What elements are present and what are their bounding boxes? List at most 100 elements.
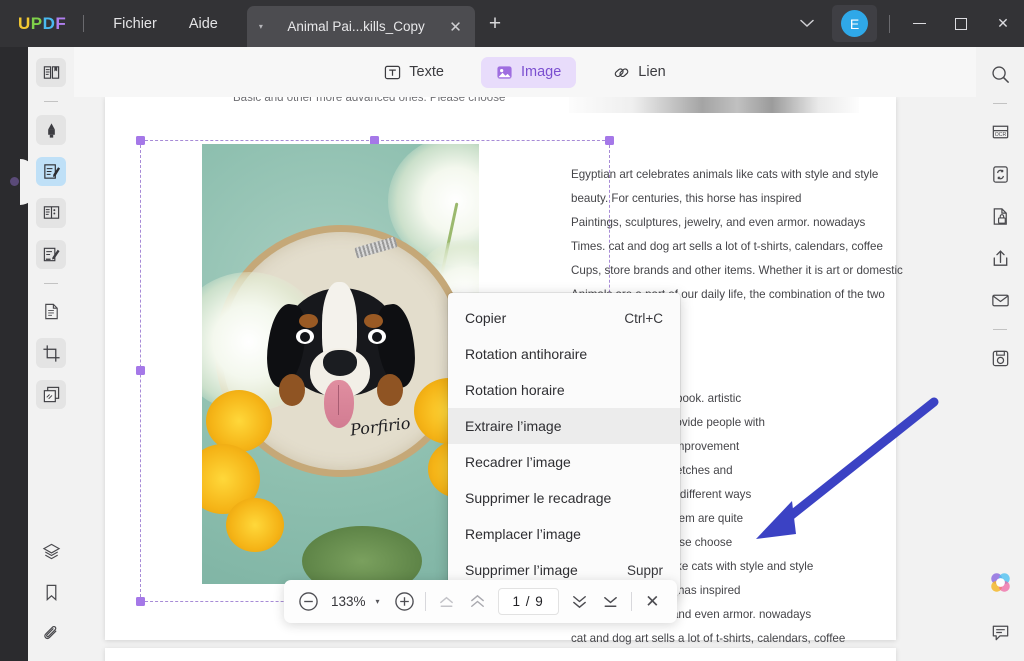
left-rail <box>0 47 36 661</box>
sidebar-item-reader[interactable] <box>36 58 66 88</box>
rightbar-ai[interactable] <box>985 567 1015 597</box>
account-button[interactable]: E <box>832 5 877 42</box>
tab-texte[interactable]: Texte <box>369 57 459 88</box>
tab-texte-label: Texte <box>409 64 444 80</box>
tab-image-label: Image <box>520 64 562 80</box>
rightbar-divider-2 <box>993 329 1007 330</box>
image-context-menu[interactable]: Copier Ctrl+C Rotation antihoraire Rotat… <box>448 293 680 595</box>
menu-aide[interactable]: Aide <box>173 10 234 38</box>
tab-close-icon[interactable]: ✕ <box>449 18 462 36</box>
context-menu-item-rotate-ccw[interactable]: Rotation antihoraire <box>448 336 680 372</box>
chevron-down-icon[interactable] <box>786 8 828 39</box>
minimize-icon <box>912 22 926 25</box>
context-menu-item-replace-image[interactable]: Remplacer l’image <box>448 516 680 552</box>
document-paragraph-1[interactable]: Egyptian art celebrates animals like cat… <box>571 163 911 307</box>
rightbar-email[interactable] <box>985 285 1015 315</box>
context-menu-item-rotate-cw[interactable]: Rotation horaire <box>448 372 680 408</box>
dog-eye-right <box>367 329 386 345</box>
left-sidebar <box>28 47 74 661</box>
sidebar-item-edit[interactable] <box>36 156 66 187</box>
tab-title: Animal Pai...kills_Copy <box>287 19 425 34</box>
last-page-button[interactable] <box>595 586 626 617</box>
image-icon <box>497 65 512 79</box>
selection-handle-top-right[interactable] <box>605 136 614 145</box>
titlebar-divider <box>83 15 85 32</box>
pdf-page-2-partial[interactable] <box>105 648 896 661</box>
page-indicator[interactable]: 1 / 9 <box>497 588 559 615</box>
doc-line: Cups, store brands and other items. Whet… <box>571 264 903 277</box>
doc-line: Paintings, sculptures, jewelry, and even… <box>571 216 866 229</box>
window-close-button[interactable]: ✕ <box>982 0 1024 47</box>
rightbar-comment[interactable] <box>985 617 1015 647</box>
context-item-label: Rotation antihoraire <box>465 346 588 362</box>
rightbar-save[interactable] <box>985 343 1015 373</box>
dog-cheek-right <box>376 374 403 407</box>
link-icon <box>614 67 629 77</box>
updf-logo: UPDF <box>18 14 66 34</box>
tongue-center-line <box>337 385 340 416</box>
sidebar-item-organize-pages[interactable] <box>36 198 66 228</box>
sidebar-item-layers[interactable] <box>36 537 66 566</box>
zoom-out-button[interactable] <box>293 586 324 617</box>
document-tab[interactable]: ▾ Animal Pai...kills_Copy ✕ <box>246 6 475 47</box>
marigold-1 <box>206 390 272 452</box>
rightbar-protect[interactable] <box>985 201 1015 231</box>
context-menu-item-copier[interactable]: Copier Ctrl+C <box>448 300 680 336</box>
bottom-bar-separator-2 <box>630 592 632 611</box>
selection-handle-top-left[interactable] <box>136 136 145 145</box>
edit-toolbar: Texte Image Lien <box>74 47 976 97</box>
rightbar-convert[interactable] <box>985 159 1015 189</box>
context-menu-item-extract-image[interactable]: Extraire l’image <box>448 408 680 444</box>
avatar: E <box>841 10 868 37</box>
right-sidebar: OCR <box>976 47 1024 661</box>
dog-brow-right <box>363 314 383 329</box>
context-menu-item-remove-crop[interactable]: Supprimer le recadrage <box>448 480 680 516</box>
zoom-in-button[interactable] <box>389 586 420 617</box>
sidebar-item-page-tools[interactable] <box>36 297 66 326</box>
previous-page-button[interactable] <box>462 586 493 617</box>
sidebar-divider-2 <box>44 283 58 284</box>
first-page-button[interactable] <box>431 586 462 617</box>
panel-collapse-toggle[interactable] <box>10 177 19 186</box>
zoom-dropdown-caret-icon[interactable]: ▾ <box>373 597 389 606</box>
embroidery-photo[interactable]: Porfirio <box>202 144 479 584</box>
sidebar-item-form[interactable] <box>36 239 66 270</box>
context-item-label: Remplacer l’image <box>465 526 581 542</box>
window-minimize-button[interactable] <box>898 0 940 47</box>
doc-line: Times. cat and dog art sells a lot of t-… <box>571 240 883 253</box>
tab-image[interactable]: Image <box>480 56 577 88</box>
selection-handle-bottom-left[interactable] <box>136 597 145 606</box>
context-item-shortcut: Suppr <box>626 562 663 578</box>
context-menu-item-crop-image[interactable]: Recadrer l’image <box>448 444 680 480</box>
sidebar-item-attachments[interactable] <box>36 620 66 649</box>
rightbar-ocr[interactable]: OCR <box>985 117 1015 147</box>
new-tab-button[interactable]: + <box>489 12 501 36</box>
selection-handle-middle-left[interactable] <box>136 366 145 375</box>
logo-letter-p: P <box>30 13 43 33</box>
sidebar-item-batch[interactable] <box>36 379 66 410</box>
embroidered-dog-portrait: Porfirio <box>261 280 420 440</box>
sidebar-item-crop[interactable] <box>36 338 66 368</box>
sidebar-item-annotate[interactable] <box>36 115 66 145</box>
context-item-label: Recadrer l’image <box>465 454 571 470</box>
page-navigation-bar: 133% ▾ 1 / 9 ✕ <box>284 580 677 623</box>
sidebar-item-bookmarks[interactable] <box>36 578 66 607</box>
logo-letter-u: U <box>18 13 31 33</box>
rightbar-share[interactable] <box>985 243 1015 273</box>
context-item-label: Copier <box>465 310 507 326</box>
logo-letter-f: F <box>55 13 67 33</box>
close-navigation-button[interactable]: ✕ <box>637 586 668 617</box>
dog-pupil-left <box>299 331 310 342</box>
next-page-button[interactable] <box>564 586 595 617</box>
rightbar-search[interactable] <box>985 59 1015 89</box>
zoom-level-value[interactable]: 133% <box>324 594 373 609</box>
context-item-label: Rotation horaire <box>465 382 565 398</box>
tab-lien[interactable]: Lien <box>598 57 680 88</box>
sidebar-divider-1 <box>44 101 58 103</box>
context-item-label: Extraire l’image <box>465 418 562 434</box>
rightbar-divider-1 <box>993 103 1007 104</box>
titlebar-separator <box>889 14 890 33</box>
menu-fichier[interactable]: Fichier <box>97 10 173 38</box>
bottom-bar-separator-1 <box>424 592 426 611</box>
window-maximize-button[interactable] <box>940 0 982 47</box>
